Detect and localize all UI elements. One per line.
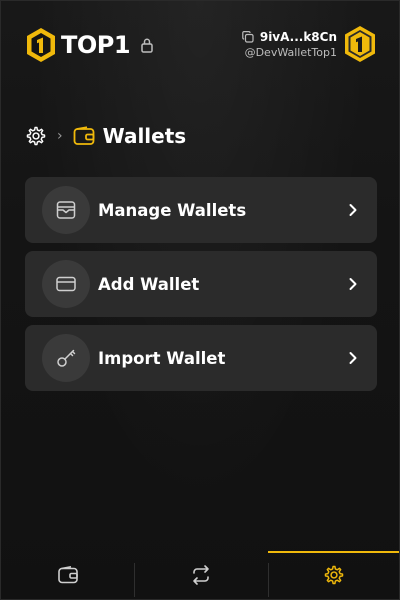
key-icon xyxy=(57,349,76,367)
wallet-icon xyxy=(57,566,78,584)
card-icon xyxy=(56,276,76,292)
menu-icon-circle xyxy=(42,334,90,382)
nav-tab-wallet[interactable] xyxy=(1,551,134,599)
settings-icon xyxy=(325,565,344,585)
wallet-address: 9ivA...k8Cn xyxy=(259,29,337,44)
menu-icon-circle xyxy=(42,260,90,308)
swap-icon xyxy=(193,565,209,585)
bottom-nav xyxy=(1,551,399,599)
page-title: Wallets xyxy=(102,124,187,148)
brand-name: TOP1 xyxy=(61,31,131,59)
manage-wallets-item[interactable]: Manage Wallets xyxy=(25,177,377,243)
import-wallet-item[interactable]: Import Wallet xyxy=(25,325,377,391)
header: TOP1 9ivA...k8Cn @DevWalletTop1 xyxy=(1,1,399,91)
copy-icon[interactable] xyxy=(242,30,254,43)
menu-icon-circle xyxy=(42,186,90,234)
settings-gear-icon[interactable] xyxy=(25,125,47,147)
nav-tab-settings[interactable] xyxy=(267,551,399,599)
menu-label: Import Wallet xyxy=(98,348,226,368)
brand-logo: TOP1 xyxy=(25,27,154,63)
wallet-envelope-icon xyxy=(56,201,76,219)
account-text: 9ivA...k8Cn @DevWalletTop1 xyxy=(242,29,337,60)
nav-tab-swap[interactable] xyxy=(134,551,267,599)
breadcrumb-separator-icon: › xyxy=(57,128,63,144)
breadcrumb: › Wallets xyxy=(25,121,186,151)
menu-label: Manage Wallets xyxy=(98,200,247,220)
address-row[interactable]: 9ivA...k8Cn xyxy=(242,29,337,45)
chevron-right-icon xyxy=(349,204,357,216)
account-info[interactable]: 9ivA...k8Cn @DevWalletTop1 xyxy=(242,25,377,63)
chevron-right-icon xyxy=(349,278,357,290)
chevron-right-icon xyxy=(349,352,357,364)
lock-icon[interactable] xyxy=(140,37,154,53)
avatar[interactable] xyxy=(343,25,377,63)
account-handle: @DevWalletTop1 xyxy=(244,45,337,59)
app-window: TOP1 9ivA...k8Cn @DevWalletTop1 › Wallet… xyxy=(0,0,400,600)
menu-label: Add Wallet xyxy=(98,274,200,294)
wallet-menu: Manage Wallets Add Wallet Import Wallet xyxy=(25,177,377,399)
top1-logo-icon xyxy=(27,28,55,62)
add-wallet-item[interactable]: Add Wallet xyxy=(25,251,377,317)
wallet-icon xyxy=(73,126,95,145)
